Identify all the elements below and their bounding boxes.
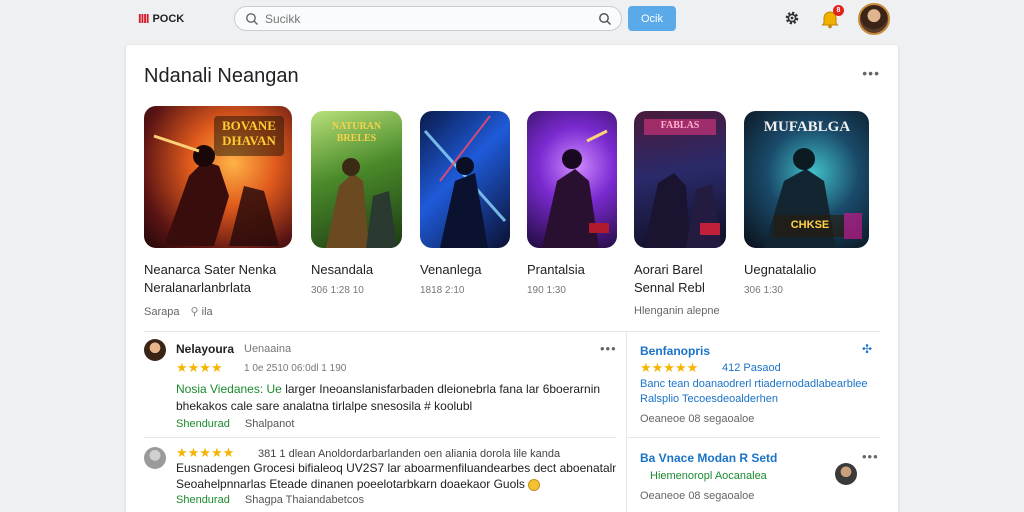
section-more-button[interactable]: ••• bbox=[862, 65, 880, 81]
game-tile[interactable]: NATURAN BRELES bbox=[311, 111, 402, 248]
pin-icon: ⚲ bbox=[190, 306, 199, 318]
side-item-meta: Oeaneoe 08 segaoaloe bbox=[640, 413, 755, 425]
review-helpful-link[interactable]: Shendurad bbox=[176, 418, 230, 430]
game-art bbox=[423, 115, 507, 248]
review-stars: ★★★★★ bbox=[176, 445, 235, 460]
reviewer-avatar[interactable] bbox=[144, 447, 166, 469]
top-bar: ІІІІ POCK Ocik 8 bbox=[0, 0, 1024, 40]
review-more-button[interactable]: ••• bbox=[600, 341, 617, 356]
side-item-date: 412 Pasaod bbox=[722, 362, 781, 374]
side-item-meta: Oeaneoe 08 segaoaloe bbox=[640, 490, 755, 502]
review-footer: Shendurad Shagpa Thaiandabetcos bbox=[176, 494, 364, 506]
search-submit-icon[interactable] bbox=[598, 12, 612, 26]
notification-button[interactable]: 8 bbox=[820, 5, 844, 29]
game-meta: 306 1:30 bbox=[744, 285, 783, 296]
review-footer: Shendurad Shalpanot bbox=[176, 418, 294, 430]
app-logo[interactable]: ІІІІ POCK bbox=[138, 11, 184, 26]
search-button[interactable]: Ocik bbox=[628, 6, 676, 31]
game-category: Hlenganin alepne bbox=[634, 305, 720, 317]
game-tile[interactable]: BOVANE DHAVAN bbox=[144, 106, 292, 248]
section-title: Ndanali Neangan bbox=[144, 65, 299, 87]
logo-mark: ІІІІ bbox=[138, 11, 149, 26]
game-meta: 306 1:28 10 bbox=[311, 285, 364, 296]
game-title[interactable]: Uegnatalalio bbox=[744, 261, 816, 279]
game-title[interactable]: Venanlega bbox=[420, 261, 481, 279]
game-category: Sarapa ⚲ ila bbox=[144, 305, 213, 318]
divider bbox=[626, 437, 880, 438]
gear-icon[interactable] bbox=[783, 9, 801, 27]
review-text-content: Seoahelpnnarlas Eteade dinanen poeelotar… bbox=[176, 477, 525, 491]
side-item-avatar[interactable] bbox=[835, 463, 857, 485]
review-text-line: Seoahelpnnarlas Eteade dinanen poeelotar… bbox=[176, 476, 616, 492]
game-art-title: FABLAS bbox=[660, 120, 700, 131]
game-category-label: Sarapa bbox=[144, 306, 180, 318]
game-subtitle: Sennal Rebl bbox=[634, 280, 705, 295]
game-tile[interactable] bbox=[420, 111, 510, 248]
reviewer-avatar[interactable] bbox=[144, 339, 166, 361]
game-meta: 190 1:30 bbox=[527, 285, 566, 296]
game-art-badge: CHKSE bbox=[790, 219, 830, 231]
side-item-title[interactable]: Ba Vnace Modan R Setd bbox=[640, 451, 777, 465]
user-avatar[interactable] bbox=[858, 3, 890, 35]
logo-word: POCK bbox=[152, 12, 185, 25]
game-art-title: NATURAN BRELES bbox=[331, 121, 382, 144]
review-stars: ★★★★ bbox=[176, 360, 223, 375]
divider bbox=[144, 331, 880, 332]
side-more-button[interactable]: ••• bbox=[862, 449, 879, 464]
search-icon bbox=[246, 13, 258, 25]
search-input[interactable] bbox=[265, 10, 565, 28]
reviewer-type: Uenaaina bbox=[244, 343, 292, 355]
review-date: 381 1 dlean Anoldordarbarlanden oen alia… bbox=[258, 448, 561, 460]
expand-icon[interactable]: ✣ bbox=[862, 342, 872, 356]
game-tile[interactable]: FABLAS bbox=[634, 111, 726, 248]
game-title[interactable]: Nesandala bbox=[311, 261, 373, 279]
divider bbox=[144, 437, 616, 438]
review-text-line: bhekakos cale sare analatna tirlalpe sne… bbox=[176, 399, 473, 413]
side-item-text: Banc tean doanaodrerl rtiadernodadlabear… bbox=[640, 378, 868, 390]
side-item-highlight: Hiemenoropl Aocanalea bbox=[650, 470, 767, 482]
review-text: Nosia Viedanes: Ue larger Ineoanslanisfa… bbox=[176, 381, 616, 397]
side-item-title[interactable]: Benfanopris bbox=[640, 344, 710, 358]
reviewer-name[interactable]: Nelayoura bbox=[176, 342, 234, 356]
review-helpful-link[interactable]: Shendurad bbox=[176, 494, 230, 506]
game-category-extra: ila bbox=[201, 306, 213, 318]
game-tile[interactable]: MUFABLGA CHKSE bbox=[744, 111, 869, 248]
notification-badge: 8 bbox=[833, 5, 844, 16]
review-footer-text[interactable]: Shagpa Thaiandabetcos bbox=[245, 494, 364, 506]
game-art-title: BOVANE DHAVAN bbox=[222, 118, 276, 148]
game-title[interactable]: Neanarca Sater Nenka bbox=[144, 261, 276, 279]
review-date: 1 0e 2510 06:0dl 1 190 bbox=[244, 363, 347, 374]
game-subtitle: Neralanarlanbrlata bbox=[144, 280, 251, 295]
side-item-stars: ★★★★★ bbox=[640, 360, 699, 375]
game-tile[interactable] bbox=[527, 111, 617, 248]
divider bbox=[626, 331, 627, 512]
side-item-text: Ralsplio Tecoesdeoalderhen bbox=[640, 393, 779, 405]
review-text-line: larger Ineoanslanisfarbaden dleionebrla … bbox=[285, 382, 601, 396]
game-art bbox=[644, 119, 722, 248]
game-meta: 1818 2:10 bbox=[420, 285, 465, 296]
game-art-title: MUFABLGA bbox=[763, 119, 851, 135]
game-title[interactable]: Aorari Barel bbox=[634, 261, 703, 279]
search-bar bbox=[234, 6, 622, 31]
review-highlight: Nosia Viedanes: Ue bbox=[176, 382, 282, 396]
main-card: Ndanali Neangan ••• BOVANE DHAVAN Neanar… bbox=[126, 45, 898, 512]
game-title[interactable]: Prantalsia bbox=[527, 261, 585, 279]
review-footer-text[interactable]: Shalpanot bbox=[245, 418, 295, 430]
game-art bbox=[542, 129, 609, 248]
review-text-line: Eusnadengen Grocesi bifialeoq UV2S7 lar … bbox=[176, 461, 616, 475]
emoji-icon bbox=[528, 478, 541, 491]
